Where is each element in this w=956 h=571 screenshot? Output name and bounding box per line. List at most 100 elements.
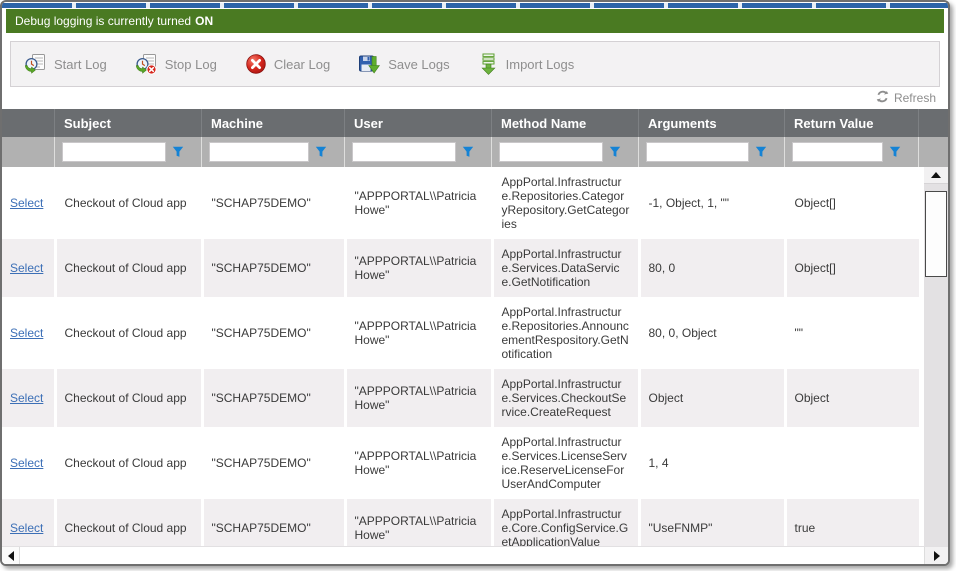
- filter-icon[interactable]: [755, 146, 767, 158]
- cell-machine: "SCHAP75DEMO": [202, 369, 345, 427]
- cell-machine: "SCHAP75DEMO": [202, 499, 345, 546]
- table-header-row: Subject Machine User Method Name Argumen…: [2, 109, 948, 137]
- cell-arguments: -1, Object, 1, "": [639, 167, 785, 239]
- cell-machine: "SCHAP75DEMO": [202, 427, 345, 499]
- header-arguments[interactable]: Arguments: [639, 109, 785, 137]
- scroll-right-button[interactable]: [924, 547, 948, 565]
- refresh-icon: [876, 90, 889, 106]
- filter-cell-empty: [2, 137, 55, 167]
- clear-log-label: Clear Log: [274, 57, 330, 72]
- banner-text: Debug logging is currently turned: [15, 14, 191, 28]
- cell-return-value: "": [785, 297, 919, 369]
- cell-method-name: AppPortal.Infrastructure.Services.DataSe…: [492, 239, 639, 297]
- filter-icon[interactable]: [315, 146, 327, 158]
- scroll-up-button[interactable]: [924, 167, 948, 184]
- filter-filler: [919, 137, 948, 167]
- save-logs-icon: [358, 53, 381, 75]
- save-logs-label: Save Logs: [388, 57, 449, 72]
- cell-arguments: 80, 0: [639, 239, 785, 297]
- cell-user: "APPPORTAL\\PatriciaHowe": [345, 297, 492, 369]
- filter-icon[interactable]: [889, 146, 901, 158]
- start-log-icon: [24, 53, 47, 75]
- cell-method-name: AppPortal.Infrastructure.Services.Licens…: [492, 427, 639, 499]
- cell-machine: "SCHAP75DEMO": [202, 167, 345, 239]
- filter-input-machine[interactable]: [209, 142, 309, 162]
- dashed-focus-border: [2, 3, 948, 8]
- select-link[interactable]: Select: [10, 391, 43, 405]
- vertical-scrollbar-thumb[interactable]: [925, 191, 947, 277]
- filter-input-method-name[interactable]: [499, 142, 603, 162]
- clear-log-icon: [245, 53, 267, 75]
- header-return-value[interactable]: Return Value: [785, 109, 919, 137]
- refresh-button[interactable]: Refresh: [876, 90, 936, 106]
- header-subject[interactable]: Subject: [55, 109, 202, 137]
- header-method-name[interactable]: Method Name: [492, 109, 639, 137]
- header-machine[interactable]: Machine: [202, 109, 345, 137]
- cell-machine: "SCHAP75DEMO": [202, 239, 345, 297]
- vertical-scrollbar[interactable]: [924, 167, 948, 546]
- filter-input-arguments[interactable]: [646, 142, 749, 162]
- stop-log-button[interactable]: Stop Log: [129, 49, 227, 79]
- select-link[interactable]: Select: [10, 326, 43, 340]
- select-link[interactable]: Select: [10, 196, 43, 210]
- select-link[interactable]: Select: [10, 261, 43, 275]
- header-filler: [919, 109, 948, 137]
- table-row: Select Checkout of Cloud app "SCHAP75DEM…: [2, 427, 919, 499]
- cell-return-value: Object[]: [785, 239, 919, 297]
- cell-user: "APPPORTAL\\PatriciaHowe": [345, 167, 492, 239]
- cell-return-value: true: [785, 499, 919, 546]
- horizontal-scrollbar[interactable]: [2, 546, 948, 565]
- scroll-left-button[interactable]: [2, 547, 20, 565]
- cell-method-name: AppPortal.Infrastructure.Repositories.An…: [492, 297, 639, 369]
- cell-subject: Checkout of Cloud app: [55, 297, 202, 369]
- cell-method-name: AppPortal.Infrastructure.Services.Checko…: [492, 369, 639, 427]
- clear-log-button[interactable]: Clear Log: [239, 49, 340, 79]
- refresh-label: Refresh: [894, 91, 936, 105]
- import-logs-icon: [478, 53, 499, 75]
- stop-log-icon: [135, 53, 158, 75]
- debug-log-window: Debug logging is currently turned ON Sta…: [0, 0, 950, 566]
- cell-subject: Checkout of Cloud app: [55, 499, 202, 546]
- filter-icon[interactable]: [462, 146, 474, 158]
- refresh-row: Refresh: [2, 87, 948, 109]
- log-grid: Select Checkout of Cloud app "SCHAP75DEM…: [2, 167, 948, 546]
- filter-input-return-value[interactable]: [792, 142, 883, 162]
- cell-arguments: 1, 4: [639, 427, 785, 499]
- start-log-button[interactable]: Start Log: [18, 49, 117, 79]
- cell-subject: Checkout of Cloud app: [55, 239, 202, 297]
- table-row: Select Checkout of Cloud app "SCHAP75DEM…: [2, 297, 919, 369]
- cell-return-value: [785, 427, 919, 499]
- up-arrow-icon: [931, 172, 941, 178]
- banner-state: ON: [195, 14, 213, 28]
- import-logs-button[interactable]: Import Logs: [472, 49, 585, 79]
- filter-icon[interactable]: [172, 146, 184, 158]
- header-user[interactable]: User: [345, 109, 492, 137]
- filter-input-user[interactable]: [352, 142, 456, 162]
- cell-user: "APPPORTAL\\PatriciaHowe": [345, 369, 492, 427]
- filter-icon[interactable]: [609, 146, 621, 158]
- save-logs-button[interactable]: Save Logs: [352, 49, 459, 79]
- cell-user: "APPPORTAL\\PatriciaHowe": [345, 239, 492, 297]
- debug-status-banner: Debug logging is currently turned ON: [6, 9, 944, 33]
- cell-return-value: Object: [785, 369, 919, 427]
- filter-input-subject[interactable]: [62, 142, 166, 162]
- cell-subject: Checkout of Cloud app: [55, 167, 202, 239]
- select-link[interactable]: Select: [10, 521, 43, 535]
- cell-arguments: 80, 0, Object: [639, 297, 785, 369]
- right-arrow-icon: [934, 551, 940, 561]
- cell-machine: "SCHAP75DEMO": [202, 297, 345, 369]
- log-toolbar: Start Log Stop Log: [10, 41, 940, 87]
- cell-subject: Checkout of Cloud app: [55, 427, 202, 499]
- cell-user: "APPPORTAL\\PatriciaHowe": [345, 427, 492, 499]
- cell-subject: Checkout of Cloud app: [55, 369, 202, 427]
- import-logs-label: Import Logs: [506, 57, 575, 72]
- start-log-label: Start Log: [54, 57, 107, 72]
- horizontal-scrollbar-track[interactable]: [20, 547, 924, 565]
- log-table-body: Select Checkout of Cloud app "SCHAP75DEM…: [2, 167, 919, 546]
- cell-return-value: Object[]: [785, 167, 919, 239]
- header-select: [2, 109, 55, 137]
- select-link[interactable]: Select: [10, 456, 43, 470]
- cell-user: "APPPORTAL\\PatriciaHowe": [345, 499, 492, 546]
- table-row: Select Checkout of Cloud app "SCHAP75DEM…: [2, 499, 919, 546]
- table-row: Select Checkout of Cloud app "SCHAP75DEM…: [2, 369, 919, 427]
